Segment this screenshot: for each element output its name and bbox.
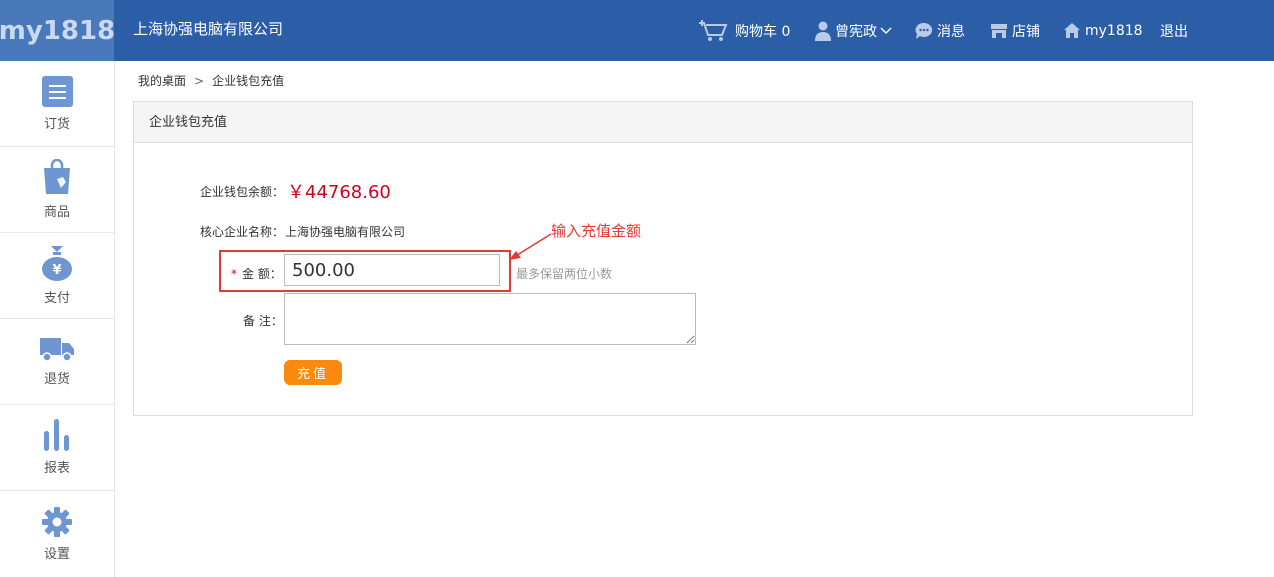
- user-name: 曾宪政: [835, 23, 877, 40]
- bar-chart-icon: [44, 419, 69, 451]
- home-label: my1818: [1085, 22, 1143, 39]
- cart-label: 购物车 0: [735, 23, 791, 40]
- money-bag-icon: ¥: [42, 246, 72, 281]
- user-icon: [815, 21, 831, 41]
- remark-label: 备 注：: [243, 314, 283, 328]
- sidebar-item-reports[interactable]: 报表: [0, 405, 114, 491]
- cart-icon: [699, 19, 728, 41]
- cart-link[interactable]: 购物车 0: [699, 0, 790, 61]
- chat-icon: [915, 22, 933, 39]
- messages-label: 消息: [937, 23, 965, 40]
- shop-label: 店铺: [1012, 23, 1040, 40]
- balance-label: 企业钱包余额：: [200, 185, 285, 199]
- sidebar-item-label: 设置: [43, 546, 70, 562]
- sidebar-item-settings[interactable]: 设置: [0, 491, 114, 577]
- logo[interactable]: my1818: [0, 0, 116, 61]
- store-icon: [991, 23, 1007, 38]
- svg-text:¥: ¥: [52, 263, 61, 278]
- annotation-highlight-box: [219, 250, 511, 292]
- user-menu[interactable]: 曾宪政: [815, 0, 896, 61]
- sidebar-item-label: 支付: [43, 291, 70, 306]
- sidebar: 订货 商品 ¥ 支付 退货 报表 设置: [0, 61, 115, 577]
- messages-link[interactable]: 消息: [915, 0, 965, 61]
- breadcrumb-current: 企业钱包充值: [212, 74, 285, 88]
- recharge-button[interactable]: 充值: [284, 360, 342, 385]
- logout-label: 退出: [1160, 23, 1188, 40]
- truck-icon: [40, 338, 74, 362]
- annotation-arrow-icon: [509, 233, 552, 260]
- sidebar-item-products[interactable]: 商品: [0, 147, 114, 233]
- top-header: my1818 上海协强电脑有限公司 购物车 0 曾宪政 消息 店铺 my1818…: [0, 0, 1274, 61]
- company-title: 上海协强电脑有限公司: [133, 20, 284, 38]
- panel-title: 企业钱包充值: [134, 102, 1192, 143]
- logout-link[interactable]: 退出: [1160, 0, 1188, 61]
- sidebar-item-payment[interactable]: ¥ 支付: [0, 233, 114, 319]
- annotation-text: 输入充值金额: [551, 222, 642, 240]
- chevron-down-icon: [880, 27, 892, 34]
- sidebar-item-order[interactable]: 订货: [0, 61, 114, 147]
- home-link[interactable]: my1818: [1063, 0, 1143, 61]
- amount-hint: 最多保留两位小数: [516, 267, 613, 281]
- sidebar-item-label: 退货: [43, 372, 70, 387]
- breadcrumb-home[interactable]: 我的桌面: [138, 74, 186, 88]
- sidebar-item-label: 订货: [43, 116, 70, 132]
- remark-textarea[interactable]: [284, 293, 696, 345]
- gear-icon: [42, 506, 72, 537]
- home-icon: [1064, 23, 1080, 38]
- sidebar-item-label: 报表: [43, 461, 70, 476]
- sidebar-item-returns[interactable]: 退货: [0, 319, 114, 405]
- company-value: 上海协强电脑有限公司: [285, 225, 406, 239]
- company-label: 核心企业名称：: [200, 225, 285, 239]
- shopping-bag-icon: [44, 159, 70, 194]
- list-icon: [41, 75, 73, 107]
- shop-link[interactable]: 店铺: [990, 0, 1040, 61]
- sidebar-item-label: 商品: [43, 205, 70, 220]
- balance-value: ￥44768.60: [287, 182, 391, 203]
- breadcrumb: 我的桌面 > 企业钱包充值: [138, 72, 284, 89]
- breadcrumb-separator: >: [194, 74, 205, 88]
- logo-text: my1818: [0, 15, 116, 46]
